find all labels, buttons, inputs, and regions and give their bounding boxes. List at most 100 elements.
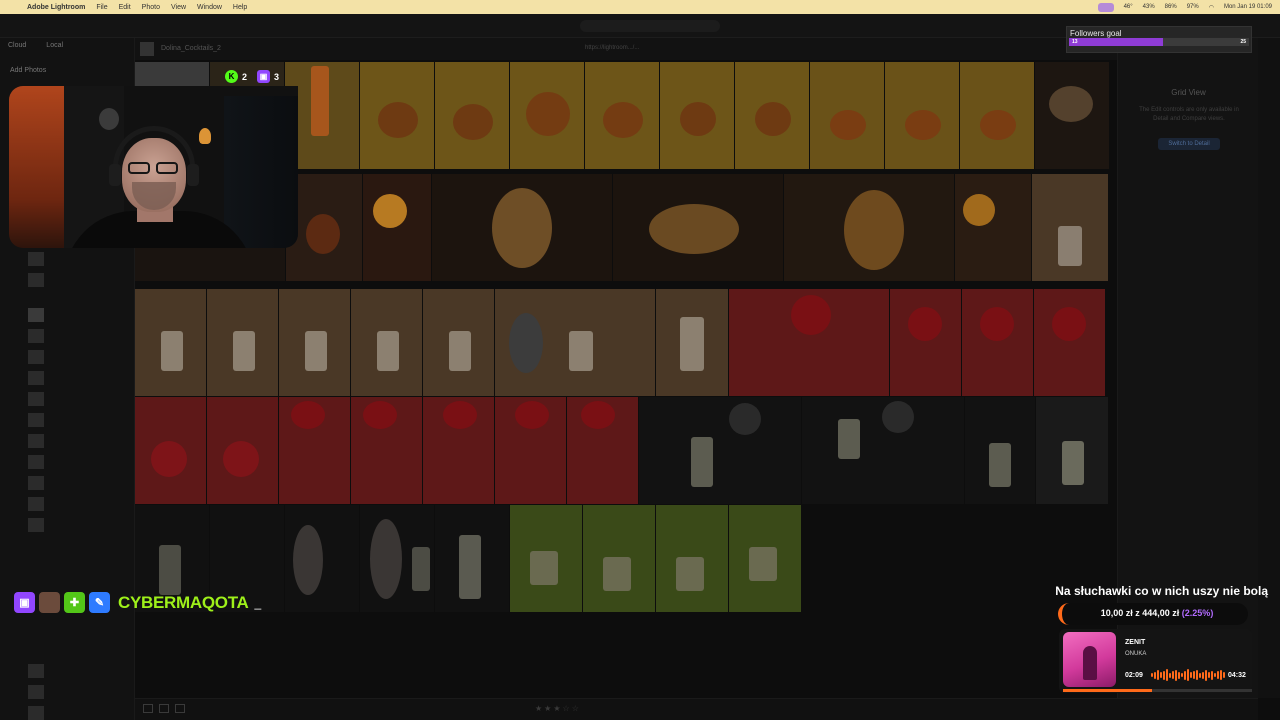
album-item[interactable] [28, 495, 128, 513]
album-item[interactable] [28, 704, 128, 720]
menu-view[interactable]: View [171, 4, 186, 11]
memory-readout[interactable]: 86% [1165, 4, 1177, 10]
album-thumb [28, 664, 44, 678]
sidebar-tabs: Cloud Local [8, 42, 63, 49]
tab-cloud[interactable]: Cloud [8, 42, 26, 49]
detail-view-icon[interactable] [175, 704, 185, 713]
rating-stars[interactable]: ★★★☆☆ [535, 704, 581, 713]
photo-thumbnail[interactable] [962, 289, 1033, 396]
photo-thumbnail[interactable] [960, 62, 1034, 169]
photo-thumbnail[interactable] [585, 62, 659, 169]
photo-thumbnail[interactable] [567, 397, 638, 504]
photo-thumbnail[interactable] [784, 174, 954, 281]
photo-thumbnail[interactable] [735, 62, 809, 169]
waveform-bar [1160, 672, 1162, 678]
album-item[interactable] [28, 662, 128, 680]
album-item[interactable] [28, 250, 128, 268]
photo-thumbnail[interactable] [639, 397, 801, 504]
photo-thumbnail[interactable] [435, 62, 509, 169]
album-item[interactable] [28, 369, 128, 387]
album-item[interactable] [28, 453, 128, 471]
photo-thumbnail[interactable] [135, 289, 206, 396]
album-item[interactable] [28, 516, 128, 534]
photo-thumbnail[interactable] [955, 174, 1031, 281]
album-item[interactable] [28, 306, 128, 324]
tab-local[interactable]: Local [46, 42, 63, 49]
waveform-bar [1178, 671, 1180, 679]
album-item[interactable] [28, 327, 128, 345]
photo-thumbnail[interactable] [729, 505, 801, 612]
background-wall [9, 86, 64, 248]
album-share-link[interactable]: https://lightroom.../... [585, 45, 639, 51]
photo-thumbnail[interactable] [810, 62, 884, 169]
cpu-readout[interactable]: 43% [1143, 4, 1155, 10]
photo-thumbnail[interactable] [965, 397, 1035, 504]
headset-cup [187, 164, 199, 186]
photo-thumbnail[interactable] [363, 174, 431, 281]
photo-thumbnail[interactable] [360, 62, 434, 169]
menu-window[interactable]: Window [197, 4, 222, 11]
search-input[interactable] [580, 20, 720, 32]
photo-thumbnail[interactable] [279, 397, 350, 504]
photo-thumbnail[interactable] [802, 397, 964, 504]
grid-view-icon[interactable] [143, 704, 153, 713]
photo-thumbnail[interactable] [1032, 174, 1108, 281]
photo-thumbnail[interactable] [207, 397, 278, 504]
photo-thumbnail[interactable] [135, 397, 206, 504]
waveform-bar [1223, 672, 1225, 678]
screen-record-icon[interactable] [1097, 2, 1114, 12]
photo-thumbnail[interactable] [423, 289, 494, 396]
album-item[interactable] [28, 390, 128, 408]
song-progress-track [1063, 689, 1252, 692]
photo-thumbnail[interactable] [656, 289, 728, 396]
channel-handle: CYBERMAQOTA [118, 592, 249, 612]
album-item[interactable] [28, 474, 128, 492]
photo-thumbnail[interactable] [656, 505, 728, 612]
datetime[interactable]: Mon Jan 19 01:09 [1224, 4, 1272, 10]
photo-thumbnail[interactable] [1034, 289, 1105, 396]
menu-file[interactable]: File [96, 4, 107, 11]
wifi-icon[interactable]: ◠ [1209, 4, 1214, 11]
photo-thumbnail[interactable] [423, 397, 494, 504]
photo-thumbnail[interactable] [729, 289, 889, 396]
photo-thumbnail[interactable] [285, 505, 359, 612]
album-thumb [28, 685, 44, 699]
photo-thumbnail[interactable] [432, 174, 612, 281]
photo-thumbnail[interactable] [207, 289, 278, 396]
donation-of: z [1135, 608, 1140, 618]
album-item[interactable] [28, 683, 128, 701]
photo-thumbnail[interactable] [279, 289, 350, 396]
waveform-bar [1172, 671, 1174, 679]
temperature-readout[interactable]: 46° [1124, 4, 1133, 10]
album-item[interactable] [28, 271, 128, 289]
waveform-bar [1175, 669, 1177, 681]
photo-thumbnail[interactable] [890, 289, 961, 396]
photo-thumbnail[interactable] [583, 505, 655, 612]
photo-thumbnail[interactable] [510, 505, 582, 612]
album-item[interactable] [28, 348, 128, 366]
add-photos-button[interactable]: Add Photos [10, 67, 46, 74]
glass-shape [161, 331, 183, 371]
photo-thumbnail[interactable] [1036, 397, 1108, 504]
menu-help[interactable]: Help [233, 4, 247, 11]
album-item[interactable] [28, 411, 128, 429]
switch-to-detail-button[interactable]: Switch to Detail [1158, 138, 1220, 150]
photo-thumbnail[interactable] [360, 505, 434, 612]
photo-thumbnail[interactable] [351, 397, 422, 504]
photo-thumbnail[interactable] [660, 62, 734, 169]
menu-edit[interactable]: Edit [119, 4, 131, 11]
photo-thumbnail[interactable] [495, 397, 566, 504]
photo-thumbnail[interactable] [495, 289, 655, 396]
waveform-bar [1199, 672, 1201, 678]
photo-thumbnail[interactable] [1035, 62, 1109, 169]
album-item[interactable] [28, 432, 128, 450]
menu-photo[interactable]: Photo [142, 4, 160, 11]
menu-app-name[interactable]: Adobe Lightroom [27, 4, 85, 11]
battery-readout[interactable]: 97% [1187, 4, 1199, 10]
photo-thumbnail[interactable] [613, 174, 783, 281]
square-grid-icon[interactable] [159, 704, 169, 713]
photo-thumbnail[interactable] [510, 62, 584, 169]
photo-thumbnail[interactable] [885, 62, 959, 169]
photo-thumbnail[interactable] [435, 505, 509, 612]
photo-thumbnail[interactable] [351, 289, 422, 396]
